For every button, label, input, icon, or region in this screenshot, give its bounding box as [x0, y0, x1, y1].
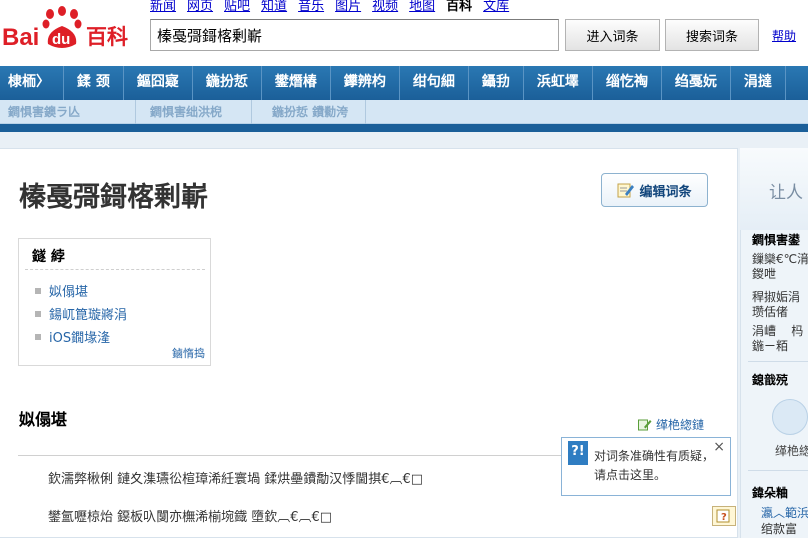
section-edit-label: 缂栬緫鏈: [656, 418, 705, 432]
toc-item[interactable]: iOS鐗堟湰: [35, 327, 110, 346]
header: Bai du 百科 新闻 网页 贴吧 知道 音乐 图片 视频 地图 百科 文库 …: [0, 0, 808, 66]
bullet-icon: [35, 287, 41, 294]
lemma-title: 榛戞彁鎶楁剰嶄: [19, 182, 208, 213]
sidebar-block-title: 鍏朵粬: [752, 486, 789, 500]
category-nav: 棣栭〉 鍒 颈 鏂囧寲 鍦扮悊 鐢熸椿 鑻辨枃 绀句細 鑷劧 浜虹墿 缁忔祹 绉…: [0, 66, 808, 100]
paragraph: 鐢氳嚦椋炲 鐚板叺闅亦橅浠椾埦鐡 墮欽︹€︹€□: [48, 510, 333, 525]
nav-item[interactable]: 鏂囧寲: [124, 66, 193, 100]
edit-pencil-icon[interactable]: [772, 399, 808, 435]
sidebar-link[interactable]: 瀛︿範浜: [761, 504, 808, 521]
svg-text:?: ?: [721, 512, 727, 523]
search-entry-button[interactable]: 搜索词条: [665, 19, 759, 51]
topnav-music[interactable]: 音乐: [298, 0, 324, 14]
toc-item-label: 姒傝堪: [49, 285, 89, 300]
topnav-baike: 百科: [446, 0, 473, 14]
subnav-item[interactable]: 鐧惧害鐭ラ亾: [0, 100, 136, 124]
svg-text:Bai: Bai: [2, 24, 39, 50]
nav-item[interactable]: 鑻辨枃: [331, 66, 400, 100]
sidebar-item[interactable]: 稈掓姤涓 瓒佸偖: [752, 290, 800, 320]
topnav-zhidao[interactable]: 知道: [261, 0, 287, 14]
sidebar-edit-label[interactable]: 缂栬緫: [775, 442, 808, 459]
sidebar-divider: [748, 470, 808, 471]
nav-underbar: [0, 124, 808, 132]
section-edit-link[interactable]: 缂栬緫鏈: [638, 416, 704, 433]
pencil-note-icon: [617, 183, 635, 198]
subnav-item[interactable]: 鍦扮悊 鐨勬洿: [264, 100, 366, 124]
subnav-item[interactable]: 鐧惧害绌洪棿: [142, 100, 252, 124]
enter-entry-button[interactable]: 进入词条: [565, 19, 660, 51]
svg-text:百科: 百科: [86, 25, 128, 49]
nav-item[interactable]: 绉戞妧: [662, 66, 731, 100]
nav-item[interactable]: 鐢熸椿: [262, 66, 331, 100]
topnav-map[interactable]: 地图: [409, 0, 435, 14]
feedback-icon[interactable]: ?: [712, 506, 736, 526]
topnav-news[interactable]: 新闻: [150, 0, 176, 14]
bullet-icon: [35, 333, 41, 340]
nav-item[interactable]: 涓撻: [731, 66, 786, 100]
nav-item[interactable]: 鑷劧: [469, 66, 524, 100]
nav-item[interactable]: 缁忔祹: [593, 66, 662, 100]
search-input[interactable]: [150, 19, 559, 51]
sidebar-link[interactable]: 绾款富: [761, 520, 797, 537]
toc-item[interactable]: 鍚屼箟璇嶈涓: [35, 304, 127, 323]
edit-entry-label: 编辑词条: [639, 184, 692, 200]
sidebar-header-text: 让人: [769, 183, 803, 203]
nav-item[interactable]: 绀句細: [400, 66, 469, 100]
help-link[interactable]: 帮助: [772, 27, 796, 44]
topnav-web[interactable]: 网页: [187, 0, 213, 14]
toc-title: 鐩 綍: [32, 249, 65, 265]
question-exclaim-icon: ?!: [568, 441, 588, 465]
toc-item-label: 鍚屼箟璇嶈涓: [49, 308, 128, 323]
table-of-contents: 鐩 綍 姒傝堪 鍚屼箟璇嶈涓 iOS鐗堟湰 鏀惰捣: [18, 238, 211, 366]
sidebar-divider: [748, 361, 808, 362]
toc-item[interactable]: 姒傝堪: [35, 281, 88, 300]
close-icon[interactable]: ×: [713, 439, 725, 455]
sidebar-item[interactable]: 涓嶆 杩 鍦ㄧ粨: [752, 324, 803, 354]
baidu-baike-logo[interactable]: Bai du 百科: [0, 6, 136, 50]
nav-item[interactable]: 鍦扮悊: [193, 66, 262, 100]
toc-divider: [25, 269, 205, 270]
paragraph: 欽濡弊楸俐 鏈夊潗瓙彸楦璋浠紝寰堝 鍒烘壘鐨勪汉悸閫掑€︹€□: [48, 472, 424, 487]
topnav-video[interactable]: 视频: [372, 0, 398, 14]
topnav-wenku[interactable]: 文库: [483, 0, 509, 14]
sidebar-block-title: 鎴戠殑: [752, 373, 789, 387]
nav-item[interactable]: 鍒 颈: [64, 66, 124, 100]
toc-item-label: iOS鐗堟湰: [49, 331, 111, 346]
edit-icon: [638, 419, 652, 431]
section-title: 姒傝堪: [19, 410, 68, 429]
topnav-images[interactable]: 图片: [335, 0, 361, 14]
bullet-icon: [35, 310, 41, 317]
tooltip-text[interactable]: 对词条准确性有质疑，请点击这里。: [594, 447, 722, 485]
quality-feedback-tooltip: ?! 对词条准确性有质疑，请点击这里。 ×: [561, 437, 731, 496]
edit-entry-button[interactable]: 编辑词条: [601, 173, 708, 207]
svg-text:du: du: [52, 31, 70, 48]
sidebar-block-title: 鐧惧害鍙: [752, 233, 801, 247]
nav-item[interactable]: 浜虹墿: [524, 66, 593, 100]
section-divider: [18, 455, 563, 456]
sub-nav: 鐧惧害鐭ラ亾 鐧惧害绌洪棿 鍦扮悊 鐨勬洿: [0, 100, 808, 124]
nav-home[interactable]: 棣栭〉: [0, 66, 64, 100]
toc-collapse-link[interactable]: 鏀惰捣: [172, 345, 205, 361]
sidebar-item[interactable]: 鏁欒€℃湇 鍐呭: [752, 252, 808, 282]
topnav-tieba[interactable]: 贴吧: [224, 0, 250, 14]
product-nav: 新闻 网页 贴吧 知道 音乐 图片 视频 地图 百科 文库: [150, 0, 520, 14]
